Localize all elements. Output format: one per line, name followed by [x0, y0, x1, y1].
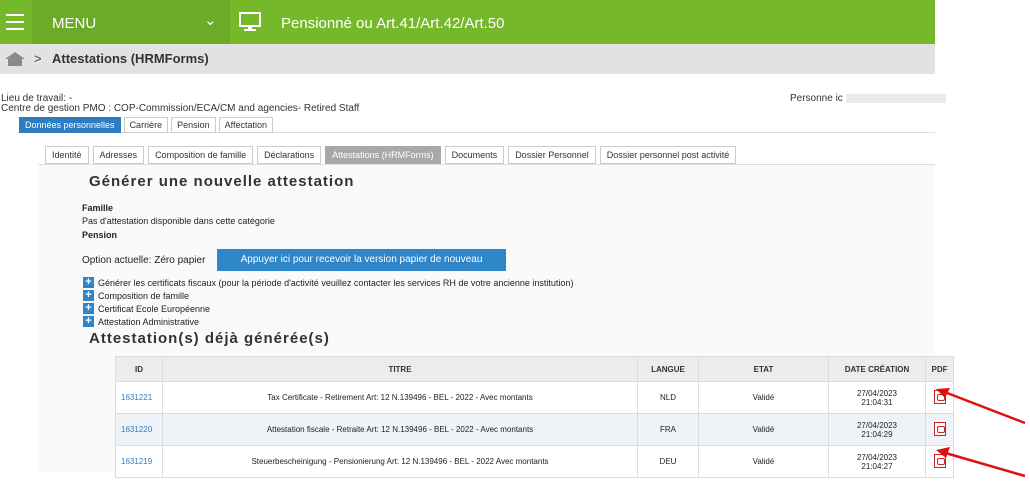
- menu-dropdown[interactable]: MENU ⌄: [32, 0, 230, 44]
- person-label: Personne ic: [790, 93, 843, 104]
- family-composition-link[interactable]: Composition de famille: [98, 291, 189, 301]
- row-status: Validé: [698, 413, 829, 446]
- row-date-time: 21:04:29: [861, 429, 893, 439]
- breadcrumb-current: Attestations (HRMForms): [52, 51, 209, 66]
- option-text: Option actuelle: Zéro papier: [82, 255, 206, 266]
- tab-donnees-personnelles[interactable]: Données personnelles: [19, 117, 121, 133]
- no-attestation-text: Pas d'attestation disponible dans cette …: [82, 216, 275, 226]
- row-date-day: 27/04/2023: [856, 420, 898, 430]
- tab-composition-famille[interactable]: Composition de famille: [148, 146, 254, 164]
- attestations-table: ID TITRE LANGUE ETAT DATE CRÉATION PDF 1…: [115, 356, 954, 478]
- row-date: 27/04/2023 21:04:27: [828, 445, 926, 478]
- tab-attestations[interactable]: Attestations (HRMForms): [325, 146, 441, 164]
- sub-tabs: Identité Adresses Composition de famille…: [45, 146, 740, 164]
- row-id-link[interactable]: 1631220: [115, 413, 163, 446]
- row-date-day: 27/04/2023: [856, 452, 898, 462]
- home-icon[interactable]: [5, 52, 25, 66]
- expand-plus-icon[interactable]: +: [83, 277, 94, 288]
- col-titre: TITRE: [162, 356, 638, 382]
- admin-attestation-link[interactable]: Attestation Administrative: [98, 317, 199, 327]
- row-language: NLD: [637, 381, 699, 414]
- arrow-line: [941, 389, 1026, 425]
- redacted-value: [845, 93, 946, 103]
- row-date-time: 21:04:27: [861, 461, 893, 471]
- row-title: Attestation fiscale - Retraite Art: 12 N…: [162, 413, 638, 446]
- row-status: Validé: [698, 381, 829, 414]
- chevron-down-icon: ⌄: [204, 12, 217, 29]
- famille-label: Famille: [82, 203, 114, 213]
- top-bar: MENU ⌄ Pensionné ou Art.41/Art.42/Art.50: [0, 0, 935, 44]
- row-id-link[interactable]: 1631219: [115, 445, 163, 478]
- row-title: Steuerbescheinigung - Pensionierung Art:…: [162, 445, 638, 478]
- col-langue: LANGUE: [637, 356, 699, 382]
- expand-plus-icon[interactable]: +: [83, 316, 94, 327]
- row-language: FRA: [637, 413, 699, 446]
- menu-label: MENU: [52, 15, 97, 32]
- row-date-time: 21:04:31: [861, 397, 893, 407]
- row-id-link[interactable]: 1631221: [115, 381, 163, 414]
- row-date-day: 27/04/2023: [856, 388, 898, 398]
- tab-dossier-post-activite[interactable]: Dossier personnel post activité: [599, 146, 737, 164]
- generated-heading: Attestation(s) déjà générée(s): [89, 330, 330, 347]
- row-date: 27/04/2023 21:04:31: [828, 381, 926, 414]
- tab-carriere[interactable]: Carrière: [123, 117, 169, 133]
- management-centre-label: Centre de gestion PMO : COP-Commission/E…: [1, 103, 360, 114]
- person-id: Personne ic: [790, 93, 946, 104]
- expand-plus-icon[interactable]: +: [83, 290, 94, 301]
- col-etat: ETAT: [698, 356, 829, 382]
- col-pdf: PDF: [925, 356, 954, 382]
- tab-declarations[interactable]: Déclarations: [257, 146, 322, 164]
- table-header: ID TITRE LANGUE ETAT DATE CRÉATION PDF: [115, 356, 954, 382]
- col-id: ID: [115, 356, 163, 382]
- monitor-icon: [239, 12, 261, 31]
- annotation-arrows: [936, 388, 1026, 478]
- european-school-link[interactable]: Certificat Ecole Européenne: [98, 304, 210, 314]
- table-row: 1631220 Attestation fiscale - Retraite A…: [115, 413, 954, 446]
- tab-affectation[interactable]: Affectation: [218, 117, 273, 133]
- table-row: 1631221 Tax Certificate - Retirement Art…: [115, 381, 954, 414]
- fiscal-certificates-link[interactable]: Générer les certificats fiscaux (pour la…: [98, 278, 573, 288]
- breadcrumb-separator: >: [34, 51, 42, 66]
- expand-plus-icon[interactable]: +: [83, 303, 94, 314]
- col-date: DATE CRÉATION: [828, 356, 926, 382]
- tab-adresses[interactable]: Adresses: [92, 146, 145, 164]
- tab-dossier-personnel[interactable]: Dossier Personnel: [508, 146, 596, 164]
- hamburger-icon[interactable]: [6, 14, 24, 30]
- tab-identite[interactable]: Identité: [45, 146, 89, 164]
- main-tabs: Données personnelles Carrière Pension Af…: [19, 117, 276, 133]
- arrow-line: [941, 450, 1026, 478]
- generate-heading: Générer une nouvelle attestation: [89, 173, 355, 190]
- row-date: 27/04/2023 21:04:29: [828, 413, 926, 446]
- row-title: Tax Certificate - Retirement Art: 12 N.1…: [162, 381, 638, 414]
- table-row: 1631219 Steuerbescheinigung - Pensionier…: [115, 445, 954, 478]
- pension-label: Pension: [82, 230, 118, 240]
- row-status: Validé: [698, 445, 829, 478]
- app-title: Pensionné ou Art.41/Art.42/Art.50: [281, 15, 505, 32]
- breadcrumb: > Attestations (HRMForms): [0, 44, 935, 74]
- tab-documents[interactable]: Documents: [444, 146, 505, 164]
- row-language: DEU: [637, 445, 699, 478]
- tab-pension[interactable]: Pension: [171, 117, 216, 133]
- arrowhead: [936, 447, 950, 458]
- paper-version-button[interactable]: Appuyer ici pour recevoir la version pap…: [217, 249, 506, 271]
